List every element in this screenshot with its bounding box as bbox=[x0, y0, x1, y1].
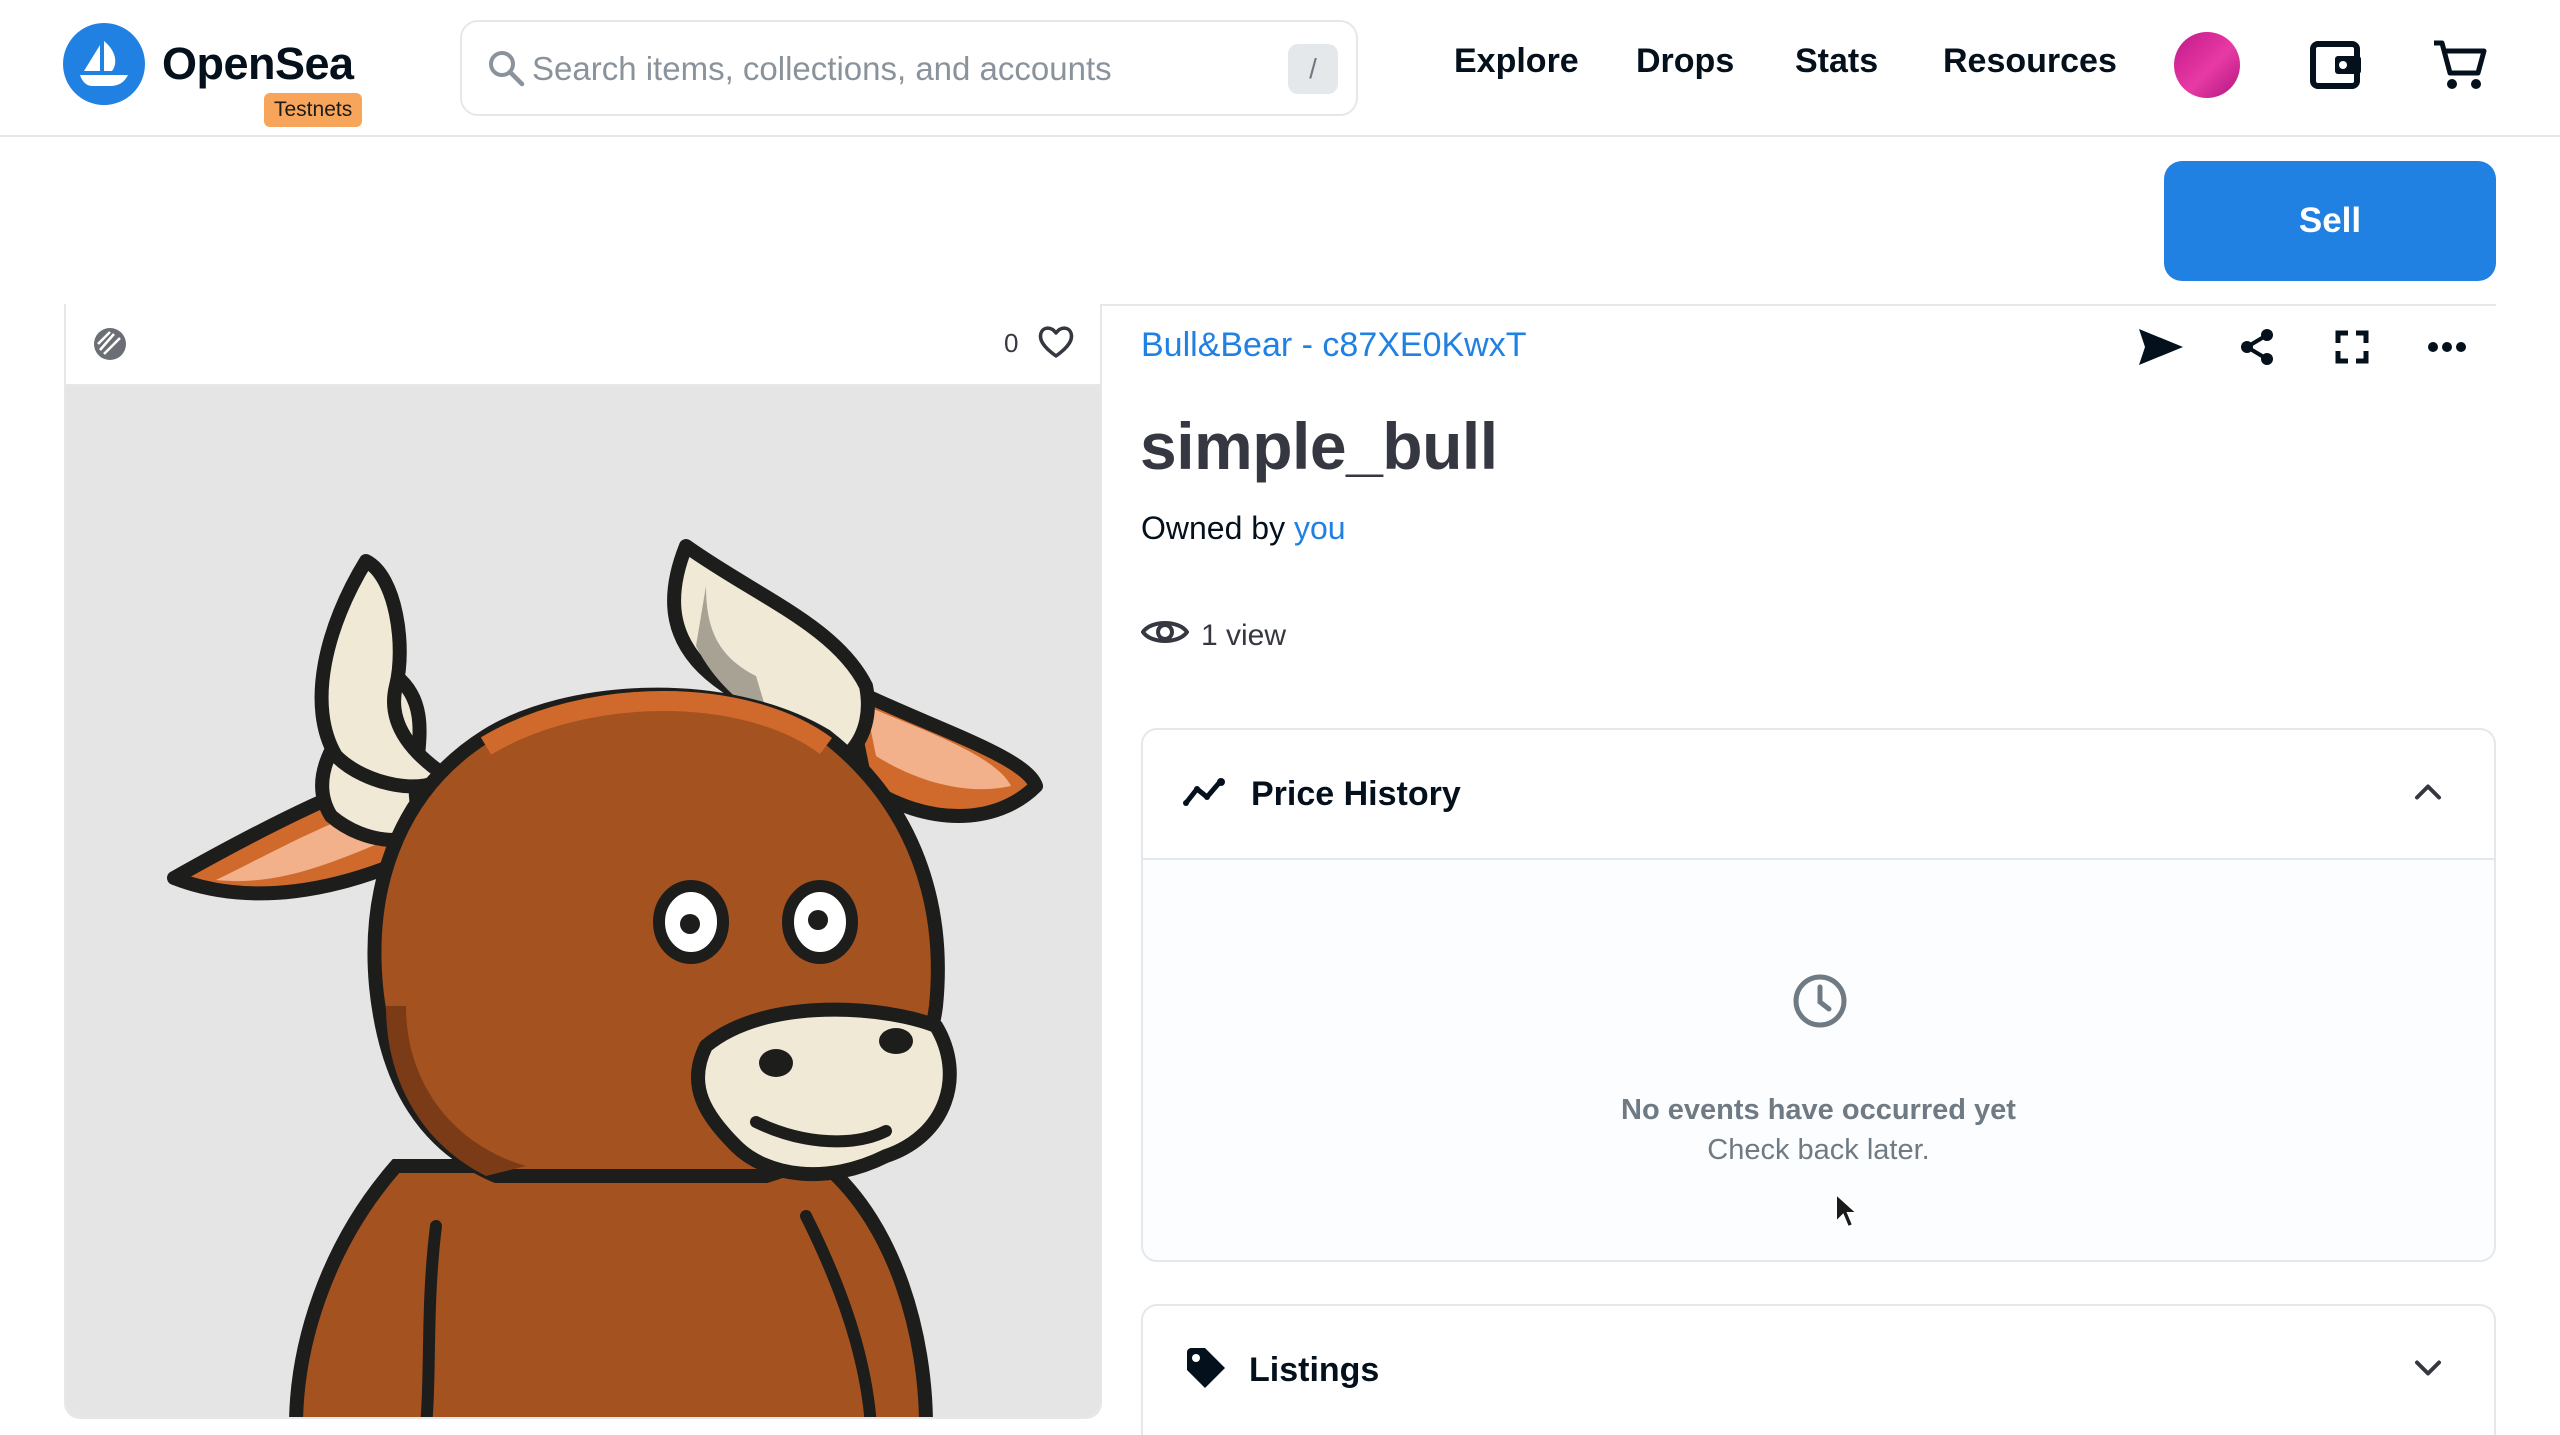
media-card-header: 0 bbox=[66, 304, 1100, 386]
brand-name[interactable]: OpenSea bbox=[162, 38, 354, 90]
search-shortcut-hint: / bbox=[1288, 44, 1338, 94]
top-navigation-bar: OpenSea Testnets / Explore Drops Stats R… bbox=[0, 0, 2560, 137]
favorite-count: 0 bbox=[1004, 328, 1019, 358]
chain-icon bbox=[92, 326, 128, 367]
chevron-up-icon[interactable] bbox=[2414, 783, 2442, 806]
search-icon bbox=[486, 48, 526, 93]
fullscreen-icon[interactable] bbox=[2325, 320, 2379, 374]
listings-title: Listings bbox=[1249, 1350, 1380, 1389]
view-count-label: 1 view bbox=[1201, 619, 1287, 652]
transfer-icon[interactable] bbox=[2134, 320, 2188, 374]
heart-icon[interactable] bbox=[1036, 322, 1076, 367]
nav-stats[interactable]: Stats bbox=[1795, 42, 1878, 81]
bull-illustration bbox=[167, 539, 1043, 1417]
listings-panel: Listings bbox=[1141, 1304, 2496, 1435]
profile-avatar[interactable] bbox=[2174, 32, 2240, 98]
mouse-cursor-icon bbox=[1834, 1191, 1860, 1235]
tag-icon bbox=[1183, 1346, 1227, 1395]
empty-state-subtitle: Check back later. bbox=[1707, 1134, 1930, 1166]
empty-state-title: No events have occurred yet bbox=[1621, 1094, 2016, 1126]
nav-explore[interactable]: Explore bbox=[1454, 42, 1579, 81]
listings-header[interactable]: Listings bbox=[1143, 1306, 2494, 1434]
share-icon[interactable] bbox=[2230, 320, 2284, 374]
more-icon[interactable] bbox=[2420, 320, 2474, 374]
owner-link[interactable]: you bbox=[1294, 510, 1346, 546]
price-history-header[interactable]: Price History bbox=[1143, 730, 2494, 858]
item-title: simple_bull bbox=[1140, 409, 1498, 483]
owned-by-label: Owned by bbox=[1141, 510, 1286, 546]
wallet-icon[interactable] bbox=[2301, 30, 2371, 100]
nft-image[interactable] bbox=[66, 386, 1100, 1417]
opensea-logo[interactable] bbox=[63, 23, 145, 105]
price-history-title: Price History bbox=[1251, 774, 1461, 813]
search-input[interactable] bbox=[532, 42, 1232, 96]
item-media-card: 0 bbox=[64, 304, 1102, 1419]
chevron-down-icon[interactable] bbox=[2414, 1359, 2442, 1382]
search-bar[interactable]: / bbox=[460, 20, 1358, 116]
price-history-body: No events have occurred yet Check back l… bbox=[1143, 858, 2494, 1260]
clock-icon bbox=[1791, 972, 1849, 1035]
eye-icon bbox=[1140, 616, 1190, 656]
owner-line: Owned by you bbox=[1141, 510, 1346, 547]
cart-icon[interactable] bbox=[2425, 30, 2495, 100]
view-count: 1 view bbox=[1140, 616, 1287, 656]
testnets-badge: Testnets bbox=[264, 93, 363, 127]
sell-button[interactable]: Sell bbox=[2164, 161, 2496, 281]
trend-line-icon bbox=[1183, 777, 1229, 812]
sailboat-icon bbox=[80, 41, 128, 86]
nav-drops[interactable]: Drops bbox=[1636, 42, 1734, 81]
collection-link[interactable]: Bull&Bear - c87XE0KwxT bbox=[1141, 326, 1527, 365]
nav-resources[interactable]: Resources bbox=[1943, 42, 2117, 81]
price-history-panel: Price History No events have occurred ye… bbox=[1141, 728, 2496, 1262]
